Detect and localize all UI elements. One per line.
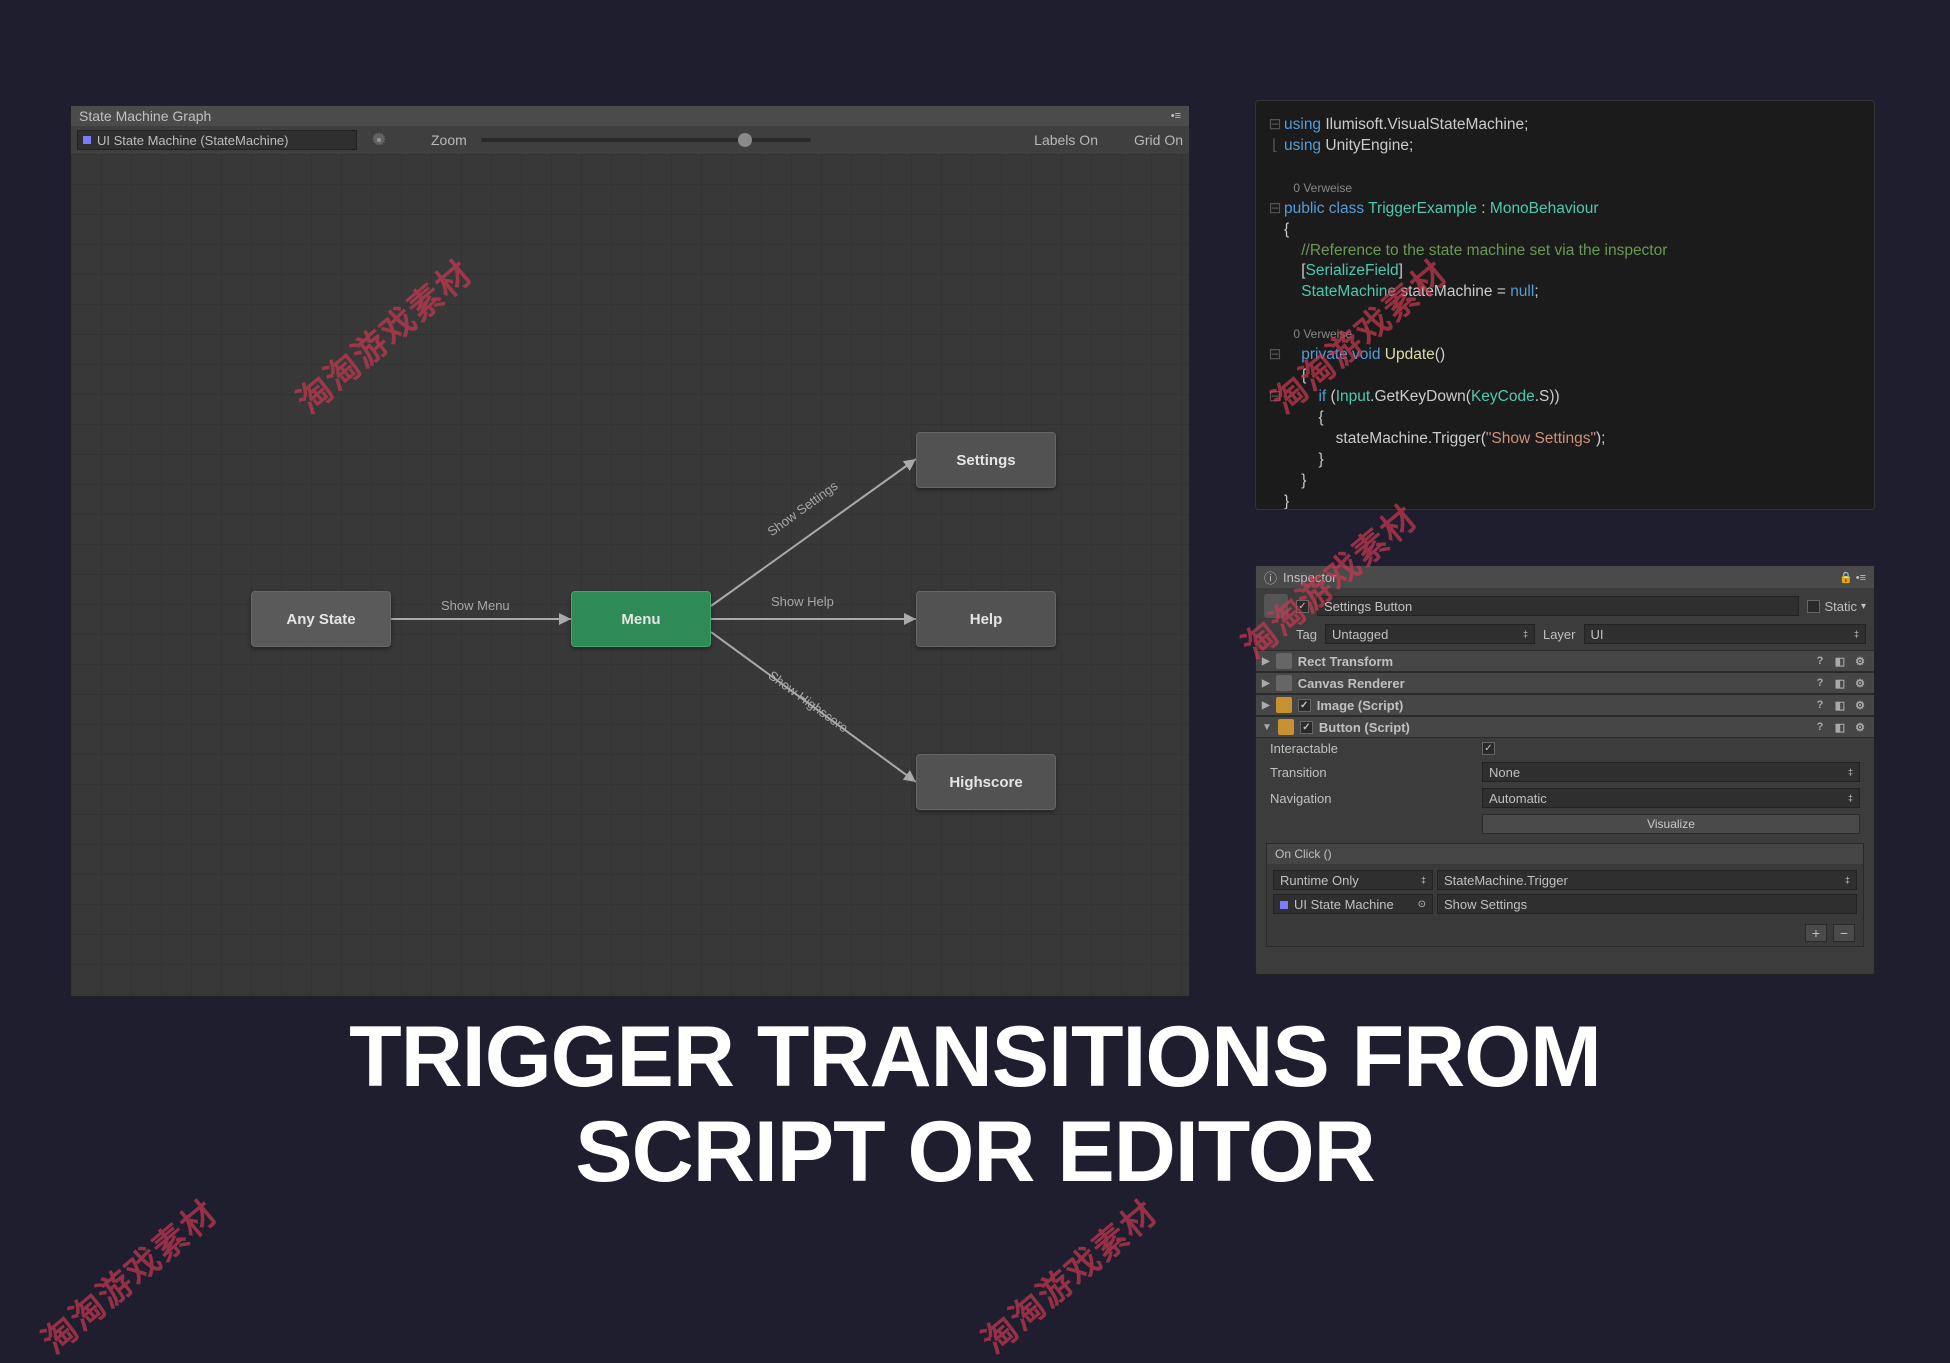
function-dropdown[interactable]: StateMachine.Trigger‡ bbox=[1437, 870, 1857, 890]
inspector-panel: ⓘ Inspector 🔒 •≡ ✓ Settings Button Stati… bbox=[1255, 565, 1875, 975]
preset-icon[interactable]: ◧ bbox=[1832, 653, 1848, 669]
help-icon[interactable]: ? bbox=[1812, 697, 1828, 713]
watermark: 淘淘游戏素材 bbox=[970, 1186, 1167, 1362]
object-name-field[interactable]: Settings Button bbox=[1317, 596, 1799, 616]
canvas-renderer-icon bbox=[1276, 675, 1292, 691]
component-image[interactable]: ▶ ✓ Image (Script) ?◧⚙ bbox=[1256, 694, 1874, 716]
callstate-dropdown[interactable]: Runtime Only‡ bbox=[1273, 870, 1433, 890]
add-event-button[interactable]: + bbox=[1805, 924, 1827, 942]
transition-dropdown[interactable]: None‡ bbox=[1482, 762, 1860, 782]
help-icon[interactable]: ? bbox=[1812, 675, 1828, 691]
object-icon bbox=[83, 136, 91, 144]
component-rect-transform[interactable]: ▶ Rect Transform ?◧⚙ bbox=[1256, 650, 1874, 672]
object-name: UI State Machine (StateMachine) bbox=[97, 133, 288, 148]
target-object-field[interactable]: UI State Machine⊙ bbox=[1273, 894, 1433, 914]
string-arg-field[interactable]: Show Settings bbox=[1437, 894, 1857, 914]
component-canvas-renderer[interactable]: ▶ Canvas Renderer ?◧⚙ bbox=[1256, 672, 1874, 694]
gear-icon[interactable]: ⚙ bbox=[1852, 653, 1868, 669]
node-highscore[interactable]: Highscore bbox=[916, 754, 1056, 810]
foldout-icon[interactable]: ▼ bbox=[1262, 722, 1272, 733]
node-any-state[interactable]: Any State bbox=[251, 591, 391, 647]
rect-transform-icon bbox=[1276, 653, 1292, 669]
zoom-slider[interactable] bbox=[481, 138, 811, 142]
graph-toolbar: UI State Machine (StateMachine) Zoom Lab… bbox=[71, 126, 1189, 154]
interactable-checkbox[interactable]: ✓ bbox=[1482, 742, 1495, 755]
layer-dropdown[interactable]: UI‡ bbox=[1584, 624, 1867, 644]
watermark: 淘淘游戏素材 bbox=[30, 1186, 227, 1362]
edges-svg bbox=[71, 154, 1189, 996]
state-machine-object-field[interactable]: UI State Machine (StateMachine) bbox=[77, 130, 357, 150]
node-settings[interactable]: Settings bbox=[916, 432, 1056, 488]
gear-icon[interactable]: ⚙ bbox=[1852, 675, 1868, 691]
edge-show-menu: Show Menu bbox=[441, 598, 510, 613]
foldout-icon[interactable]: ▶ bbox=[1262, 656, 1270, 667]
edge-show-highscore: Show Highscore bbox=[766, 668, 851, 736]
visualize-button[interactable]: Visualize bbox=[1482, 814, 1860, 834]
lock-icon[interactable]: 🔒 •≡ bbox=[1839, 571, 1866, 584]
graph-canvas[interactable]: Any State Menu Settings Help Highscore S… bbox=[71, 154, 1189, 996]
graph-title: State Machine Graph bbox=[79, 108, 211, 124]
static-checkbox[interactable] bbox=[1807, 600, 1820, 613]
labels-toggle[interactable]: Labels On bbox=[1034, 132, 1098, 148]
zoom-slider-handle[interactable] bbox=[738, 133, 752, 147]
tag-dropdown[interactable]: Untagged‡ bbox=[1325, 624, 1535, 644]
remove-event-button[interactable]: − bbox=[1833, 924, 1855, 942]
onclick-header: On Click () bbox=[1267, 844, 1863, 864]
image-icon bbox=[1276, 697, 1292, 713]
component-button[interactable]: ▼ ✓ Button (Script) ?◧⚙ bbox=[1256, 716, 1874, 738]
enabled-checkbox[interactable]: ✓ bbox=[1298, 699, 1311, 712]
zoom-label: Zoom bbox=[431, 132, 467, 148]
help-icon[interactable]: ? bbox=[1812, 719, 1828, 735]
node-help[interactable]: Help bbox=[916, 591, 1056, 647]
graph-titlebar[interactable]: State Machine Graph •≡ bbox=[71, 106, 1189, 126]
headline: TRIGGER TRANSITIONS FROM SCRIPT OR EDITO… bbox=[0, 1010, 1950, 1199]
gameobject-icon bbox=[1264, 594, 1288, 618]
graph-panel: State Machine Graph •≡ UI State Machine … bbox=[70, 105, 1190, 997]
gear-icon[interactable]: ⚙ bbox=[1852, 719, 1868, 735]
preset-icon[interactable]: ◧ bbox=[1832, 675, 1848, 691]
foldout-icon[interactable]: ▶ bbox=[1262, 700, 1270, 711]
gear-icon[interactable] bbox=[371, 132, 387, 148]
navigation-dropdown[interactable]: Automatic‡ bbox=[1482, 788, 1860, 808]
onclick-list: On Click () Runtime Only‡ StateMachine.T… bbox=[1266, 843, 1864, 947]
preset-icon[interactable]: ◧ bbox=[1832, 719, 1848, 735]
preset-icon[interactable]: ◧ bbox=[1832, 697, 1848, 713]
grid-toggle[interactable]: Grid On bbox=[1134, 132, 1183, 148]
inspector-titlebar[interactable]: ⓘ Inspector 🔒 •≡ bbox=[1256, 566, 1874, 588]
edge-show-settings: Show Settings bbox=[765, 478, 841, 539]
titlebar-menu-icon[interactable]: •≡ bbox=[1171, 110, 1181, 122]
button-icon bbox=[1278, 719, 1294, 735]
code-panel: ⊟using Ilumisoft.VisualStateMachine; ⌊us… bbox=[1255, 100, 1875, 510]
active-checkbox[interactable]: ✓ bbox=[1296, 600, 1309, 613]
inspector-icon: ⓘ bbox=[1264, 568, 1277, 587]
help-icon[interactable]: ? bbox=[1812, 653, 1828, 669]
gear-icon[interactable]: ⚙ bbox=[1852, 697, 1868, 713]
node-menu[interactable]: Menu bbox=[571, 591, 711, 647]
enabled-checkbox[interactable]: ✓ bbox=[1300, 721, 1313, 734]
foldout-icon[interactable]: ▶ bbox=[1262, 678, 1270, 689]
edge-show-help: Show Help bbox=[771, 594, 834, 609]
